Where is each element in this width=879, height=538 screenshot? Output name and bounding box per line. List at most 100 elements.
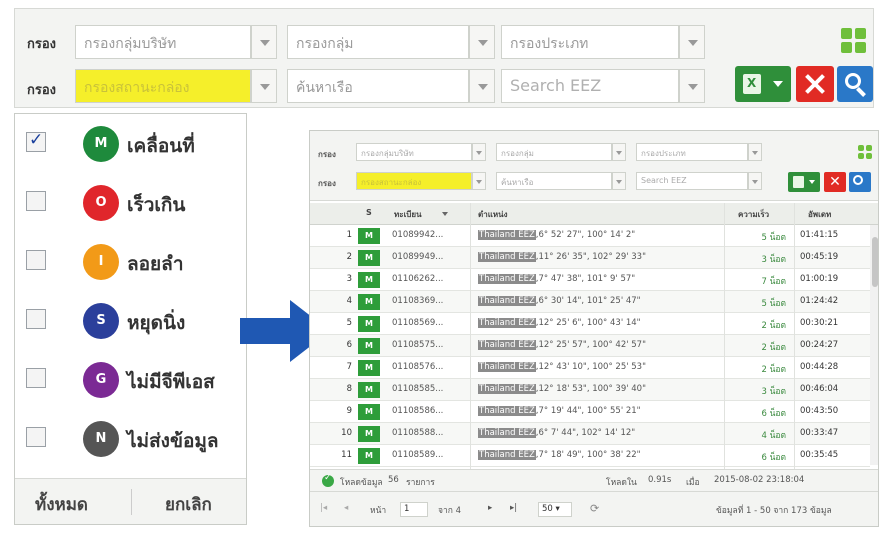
status-checkbox[interactable] [26, 427, 46, 447]
legend-item[interactable]: N ไม่ส่งข้อมูล [15, 411, 248, 469]
row-coordinates: ,6° 7' 44", 102° 14' 12" [535, 428, 636, 438]
legend-item[interactable]: G ไม่มีจีพีเอส [15, 352, 248, 410]
status-checkbox[interactable] [26, 368, 46, 388]
row-vessel-id[interactable]: 01108588... [392, 428, 443, 438]
company-group-dropdown[interactable] [251, 25, 277, 59]
eez-search-dropdown[interactable] [679, 69, 705, 103]
table-row[interactable]: 3 M 01106262... Thailand EEZ,7° 47' 38", 10… [310, 269, 870, 291]
type-dropdown[interactable] [748, 143, 762, 161]
ship-search-dropdown[interactable] [469, 69, 495, 103]
group-filter[interactable]: กรองกลุ่ม [287, 25, 469, 59]
eez-search-input[interactable]: Search EEZ [501, 69, 679, 103]
eez-tag: Thailand EEZ [478, 340, 536, 350]
header-location[interactable]: ตำแหน่ง [478, 208, 508, 221]
company-group-filter[interactable]: กรองกลุ่มบริษัท [356, 143, 472, 161]
page-size-select[interactable]: 50 ▾ [538, 502, 572, 517]
row-coordinates: ,6° 52' 27", 100° 14' 2" [535, 230, 636, 240]
box-status-filter[interactable]: กรองสถานะกล่อง [356, 172, 472, 190]
status-checkbox[interactable] [26, 309, 46, 329]
row-coordinates: ,6° 30' 14", 101° 25' 47" [535, 296, 641, 306]
type-filter[interactable]: กรองประเภท [636, 143, 748, 161]
row-vessel-id[interactable]: 01108369... [392, 296, 443, 306]
scrollbar-thumb[interactable] [872, 237, 878, 287]
group-filter[interactable]: กรองกลุ่ม [496, 143, 612, 161]
eez-tag: Thailand EEZ [478, 296, 536, 306]
status-legend-panel: M เคลื่อนที่ O เร็วเกิน I ลอยลำ S หยุดนิ่ง G ไม่ม… [14, 113, 247, 525]
box-status-dropdown[interactable] [472, 172, 486, 190]
row-vessel-id[interactable]: 01108575... [392, 340, 443, 350]
row-status-badge: M [358, 338, 380, 354]
row-vessel-id[interactable]: 01108576... [392, 362, 443, 372]
legend-item[interactable]: M เคลื่อนที่ [15, 116, 248, 174]
row-vessel-id[interactable]: 01089942... [392, 230, 443, 240]
row-status-badge: M [358, 316, 380, 332]
group-dropdown[interactable] [469, 25, 495, 59]
status-checkbox[interactable] [26, 130, 46, 152]
row-time: 00:43:50 [800, 406, 839, 416]
eez-search-dropdown[interactable] [748, 172, 762, 190]
type-dropdown[interactable] [679, 25, 705, 59]
update-label: เมื่อ [686, 478, 700, 488]
select-all-button[interactable]: ทั้งหมด [35, 491, 88, 518]
export-excel-button[interactable] [788, 172, 820, 192]
company-group-filter[interactable]: กรองกลุ่มบริษัท [75, 25, 251, 59]
row-vessel-id[interactable]: 01089949... [392, 252, 443, 262]
table-row[interactable]: 8 M 01108585... Thailand EEZ,12° 18' 53", 1… [310, 379, 870, 401]
export-excel-button[interactable] [735, 66, 791, 102]
row-time: 01:41:15 [800, 230, 839, 240]
legend-item[interactable]: S หยุดนิ่ง [15, 293, 248, 351]
table-row[interactable]: 11 M 01108589... Thailand EEZ,7° 18' 49", 1… [310, 445, 870, 467]
legend-item[interactable]: I ลอยลำ [15, 234, 248, 292]
box-status-dropdown[interactable] [251, 69, 277, 103]
status-checkbox[interactable] [26, 250, 46, 270]
first-page-icon[interactable]: |◂ [320, 503, 327, 513]
page-number-input[interactable]: 1 [400, 502, 428, 517]
divider [131, 489, 132, 515]
company-group-dropdown[interactable] [472, 143, 486, 161]
ship-search-dropdown[interactable] [612, 172, 626, 190]
clear-filter-button[interactable] [796, 66, 834, 102]
header-speed[interactable]: ความเร็ว [738, 208, 769, 221]
row-status-badge: M [358, 448, 380, 464]
clear-filter-button[interactable]: ✕ [824, 172, 846, 192]
status-label: ไม่มีจีพีเอส [127, 371, 215, 393]
ship-search-input[interactable]: ค้นหาเรือ [496, 172, 612, 190]
table-row[interactable]: 6 M 01108575... Thailand EEZ,12° 25' 57", 1… [310, 335, 870, 357]
table-row[interactable]: 7 M 01108576... Thailand EEZ,12° 43' 10", 1… [310, 357, 870, 379]
row-vessel-id[interactable]: 01108585... [392, 384, 443, 394]
row-time: 00:35:45 [800, 450, 839, 460]
box-status-filter[interactable]: กรองสถานะกล่อง [75, 69, 251, 103]
grid-layout-icon[interactable] [841, 28, 869, 56]
row-vessel-id[interactable]: 01106262... [392, 274, 443, 284]
type-filter[interactable]: กรองประเภท [501, 25, 679, 59]
cancel-button[interactable]: ยกเลิก [165, 491, 212, 518]
search-button[interactable] [849, 172, 871, 192]
header-status[interactable]: S [366, 208, 372, 217]
last-page-icon[interactable]: ▸| [510, 503, 517, 513]
table-scrollbar[interactable] [870, 225, 878, 465]
refresh-icon[interactable]: ⟳ [590, 502, 599, 515]
table-row[interactable]: 9 M 01108586... Thailand EEZ,7° 19' 44", 10… [310, 401, 870, 423]
grid-layout-icon[interactable] [858, 145, 872, 159]
table-row[interactable]: 10 M 01108588... Thailand EEZ,6° 7' 44", 10… [310, 423, 870, 445]
status-checkbox[interactable] [26, 191, 46, 211]
ship-search-input[interactable]: ค้นหาเรือ [287, 69, 469, 103]
search-button[interactable] [837, 66, 873, 102]
prev-page-icon[interactable]: ◂ [344, 503, 348, 513]
row-vessel-id[interactable]: 01108589... [392, 450, 443, 460]
company-group-placeholder: กรองกลุ่มบริษัท [361, 149, 414, 158]
table-row[interactable]: 5 M 01108569... Thailand EEZ,12° 25' 6", 10… [310, 313, 870, 335]
header-id[interactable]: ทะเบียน [394, 208, 422, 221]
row-number: 3 [346, 274, 352, 284]
row-vessel-id[interactable]: 01108586... [392, 406, 443, 416]
table-row[interactable]: 1 M 01089942... Thailand EEZ,6° 52' 27", 10… [310, 225, 870, 247]
group-dropdown[interactable] [612, 143, 626, 161]
table-row[interactable]: 4 M 01108369... Thailand EEZ,6° 30' 14", 10… [310, 291, 870, 313]
eez-search-input[interactable]: Search EEZ [636, 172, 748, 190]
row-vessel-id[interactable]: 01108569... [392, 318, 443, 328]
table-row[interactable]: 2 M 01089949... Thailand EEZ,11° 26' 35", 1… [310, 247, 870, 269]
header-time[interactable]: อัพเดท [808, 208, 831, 221]
next-page-icon[interactable]: ▸ [488, 503, 492, 513]
records-summary: ข้อมูลที่ 1 - 50 จาก 173 ข้อมูล [716, 506, 832, 516]
legend-item[interactable]: O เร็วเกิน [15, 175, 248, 233]
